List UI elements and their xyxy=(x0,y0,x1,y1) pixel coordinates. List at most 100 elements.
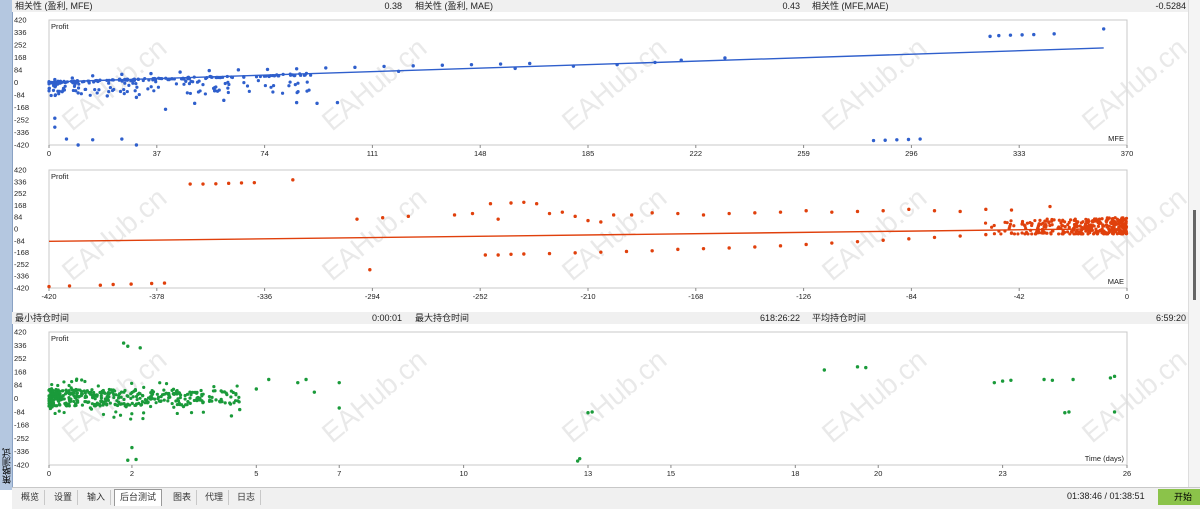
scatter-point xyxy=(1119,217,1123,222)
scatter-point xyxy=(121,341,126,345)
scatter-point xyxy=(1063,224,1067,229)
scatter-point xyxy=(440,63,445,67)
scatter-point xyxy=(1106,231,1110,235)
scatter-point xyxy=(406,214,411,219)
scatter-point xyxy=(162,388,166,392)
scatter-point xyxy=(76,400,80,404)
tab-settings[interactable]: 设置 xyxy=(49,490,79,505)
scatter-point xyxy=(130,412,134,416)
scatter-point xyxy=(120,402,124,406)
tab-inputs[interactable]: 输入 xyxy=(82,490,112,505)
scatter-point xyxy=(498,62,503,66)
scatter-point xyxy=(186,399,190,404)
scatter-point xyxy=(145,401,150,405)
x-tick-label: 259 xyxy=(797,149,810,158)
scatter-point xyxy=(88,392,92,396)
scatter-point xyxy=(50,405,54,409)
x-tick-label: 74 xyxy=(260,149,268,158)
scatter-point xyxy=(162,281,167,285)
scatter-point xyxy=(207,399,212,404)
x-tick-label: -168 xyxy=(688,292,703,301)
scatter-point xyxy=(1087,223,1091,227)
y-tick-label: -252 xyxy=(14,434,29,443)
y-tick-label: -84 xyxy=(14,236,25,245)
scatter-point xyxy=(242,80,246,85)
scatter-point xyxy=(263,83,267,88)
y-tick-label: -168 xyxy=(14,248,29,257)
stat-label-avg-holding: 平均持仓时间 xyxy=(812,313,867,323)
scatter-point xyxy=(126,344,130,348)
scatter-point xyxy=(150,388,154,393)
scatter-point xyxy=(239,181,244,185)
y-tick-label: 84 xyxy=(14,213,22,222)
scatter-point xyxy=(138,396,142,400)
scatter-point xyxy=(171,392,176,396)
scatter-point xyxy=(753,211,757,215)
scatter-point xyxy=(1020,33,1024,37)
tab-backtest[interactable]: 后台测试 xyxy=(114,489,163,506)
scatter-point xyxy=(133,89,137,93)
scatter-point xyxy=(54,397,58,401)
scatter-point xyxy=(213,88,217,93)
scatter-point xyxy=(907,207,911,212)
y-tick-label: -420 xyxy=(14,284,29,293)
scatter-point xyxy=(95,91,99,95)
scatter-point xyxy=(73,404,77,408)
scatter-point xyxy=(70,76,75,80)
scatter-point xyxy=(188,390,192,394)
scatter-point xyxy=(883,138,887,142)
scatter-point xyxy=(86,400,90,405)
scatter-point xyxy=(112,415,116,419)
scatter-point xyxy=(236,68,241,72)
scatter-point xyxy=(164,382,169,386)
tab-graph[interactable]: 图表 xyxy=(168,490,198,505)
tab-journal[interactable]: 日志 xyxy=(232,490,262,505)
x-tick-label: 37 xyxy=(153,149,161,158)
start-button[interactable]: 开始 xyxy=(1158,489,1200,505)
scatter-point xyxy=(172,405,176,409)
scatter-point xyxy=(1091,220,1095,224)
scatter-point xyxy=(1112,410,1117,414)
scatter-point xyxy=(918,137,922,141)
scatter-point xyxy=(65,390,69,394)
scatter-point xyxy=(107,90,111,94)
scrollbar-thumb[interactable] xyxy=(1193,210,1196,300)
scatter-point xyxy=(183,397,187,401)
scatter-point xyxy=(1096,224,1101,228)
scatter-point xyxy=(907,237,911,241)
holding-time-stats-row: 最小持仓时间 0:00:01 最大持仓时间 618:26:22 平均持仓时间 6… xyxy=(12,312,1188,324)
vertical-scrollbar[interactable] xyxy=(1188,0,1200,487)
scatter-point xyxy=(701,246,706,251)
scatter-point xyxy=(1060,232,1064,236)
scatter-point xyxy=(1066,222,1070,227)
scatter-point xyxy=(115,399,119,403)
scatter-point xyxy=(117,392,122,396)
scatter-point xyxy=(1038,218,1042,223)
scatter-point xyxy=(167,393,171,398)
x-tick-label: -252 xyxy=(473,292,488,301)
tab-overview[interactable]: 概览 xyxy=(16,490,46,505)
scatter-point xyxy=(130,401,134,405)
scatter-point xyxy=(452,213,457,217)
scatter-point xyxy=(265,67,270,72)
scatter-point xyxy=(192,101,197,106)
y-tick-label: 0 xyxy=(14,225,18,234)
scatter-point xyxy=(1101,27,1106,31)
scatter-point xyxy=(380,216,385,220)
scatter-point xyxy=(47,284,51,289)
scatter-point xyxy=(534,202,539,206)
scatter-point xyxy=(200,394,204,398)
scatter-point xyxy=(61,86,66,91)
scatter-point xyxy=(50,382,54,387)
scatter-point xyxy=(778,210,783,214)
scatter-point xyxy=(197,79,201,83)
scatter-point xyxy=(92,390,96,395)
scatter-point xyxy=(1025,221,1030,225)
scatter-point xyxy=(134,95,139,100)
scatter-point xyxy=(547,211,552,216)
scatter-point xyxy=(1116,219,1120,223)
scatter-point xyxy=(201,401,205,405)
tab-agents[interactable]: 代理 xyxy=(200,490,230,505)
scatter-point xyxy=(142,385,146,389)
scatter-point xyxy=(97,402,101,406)
